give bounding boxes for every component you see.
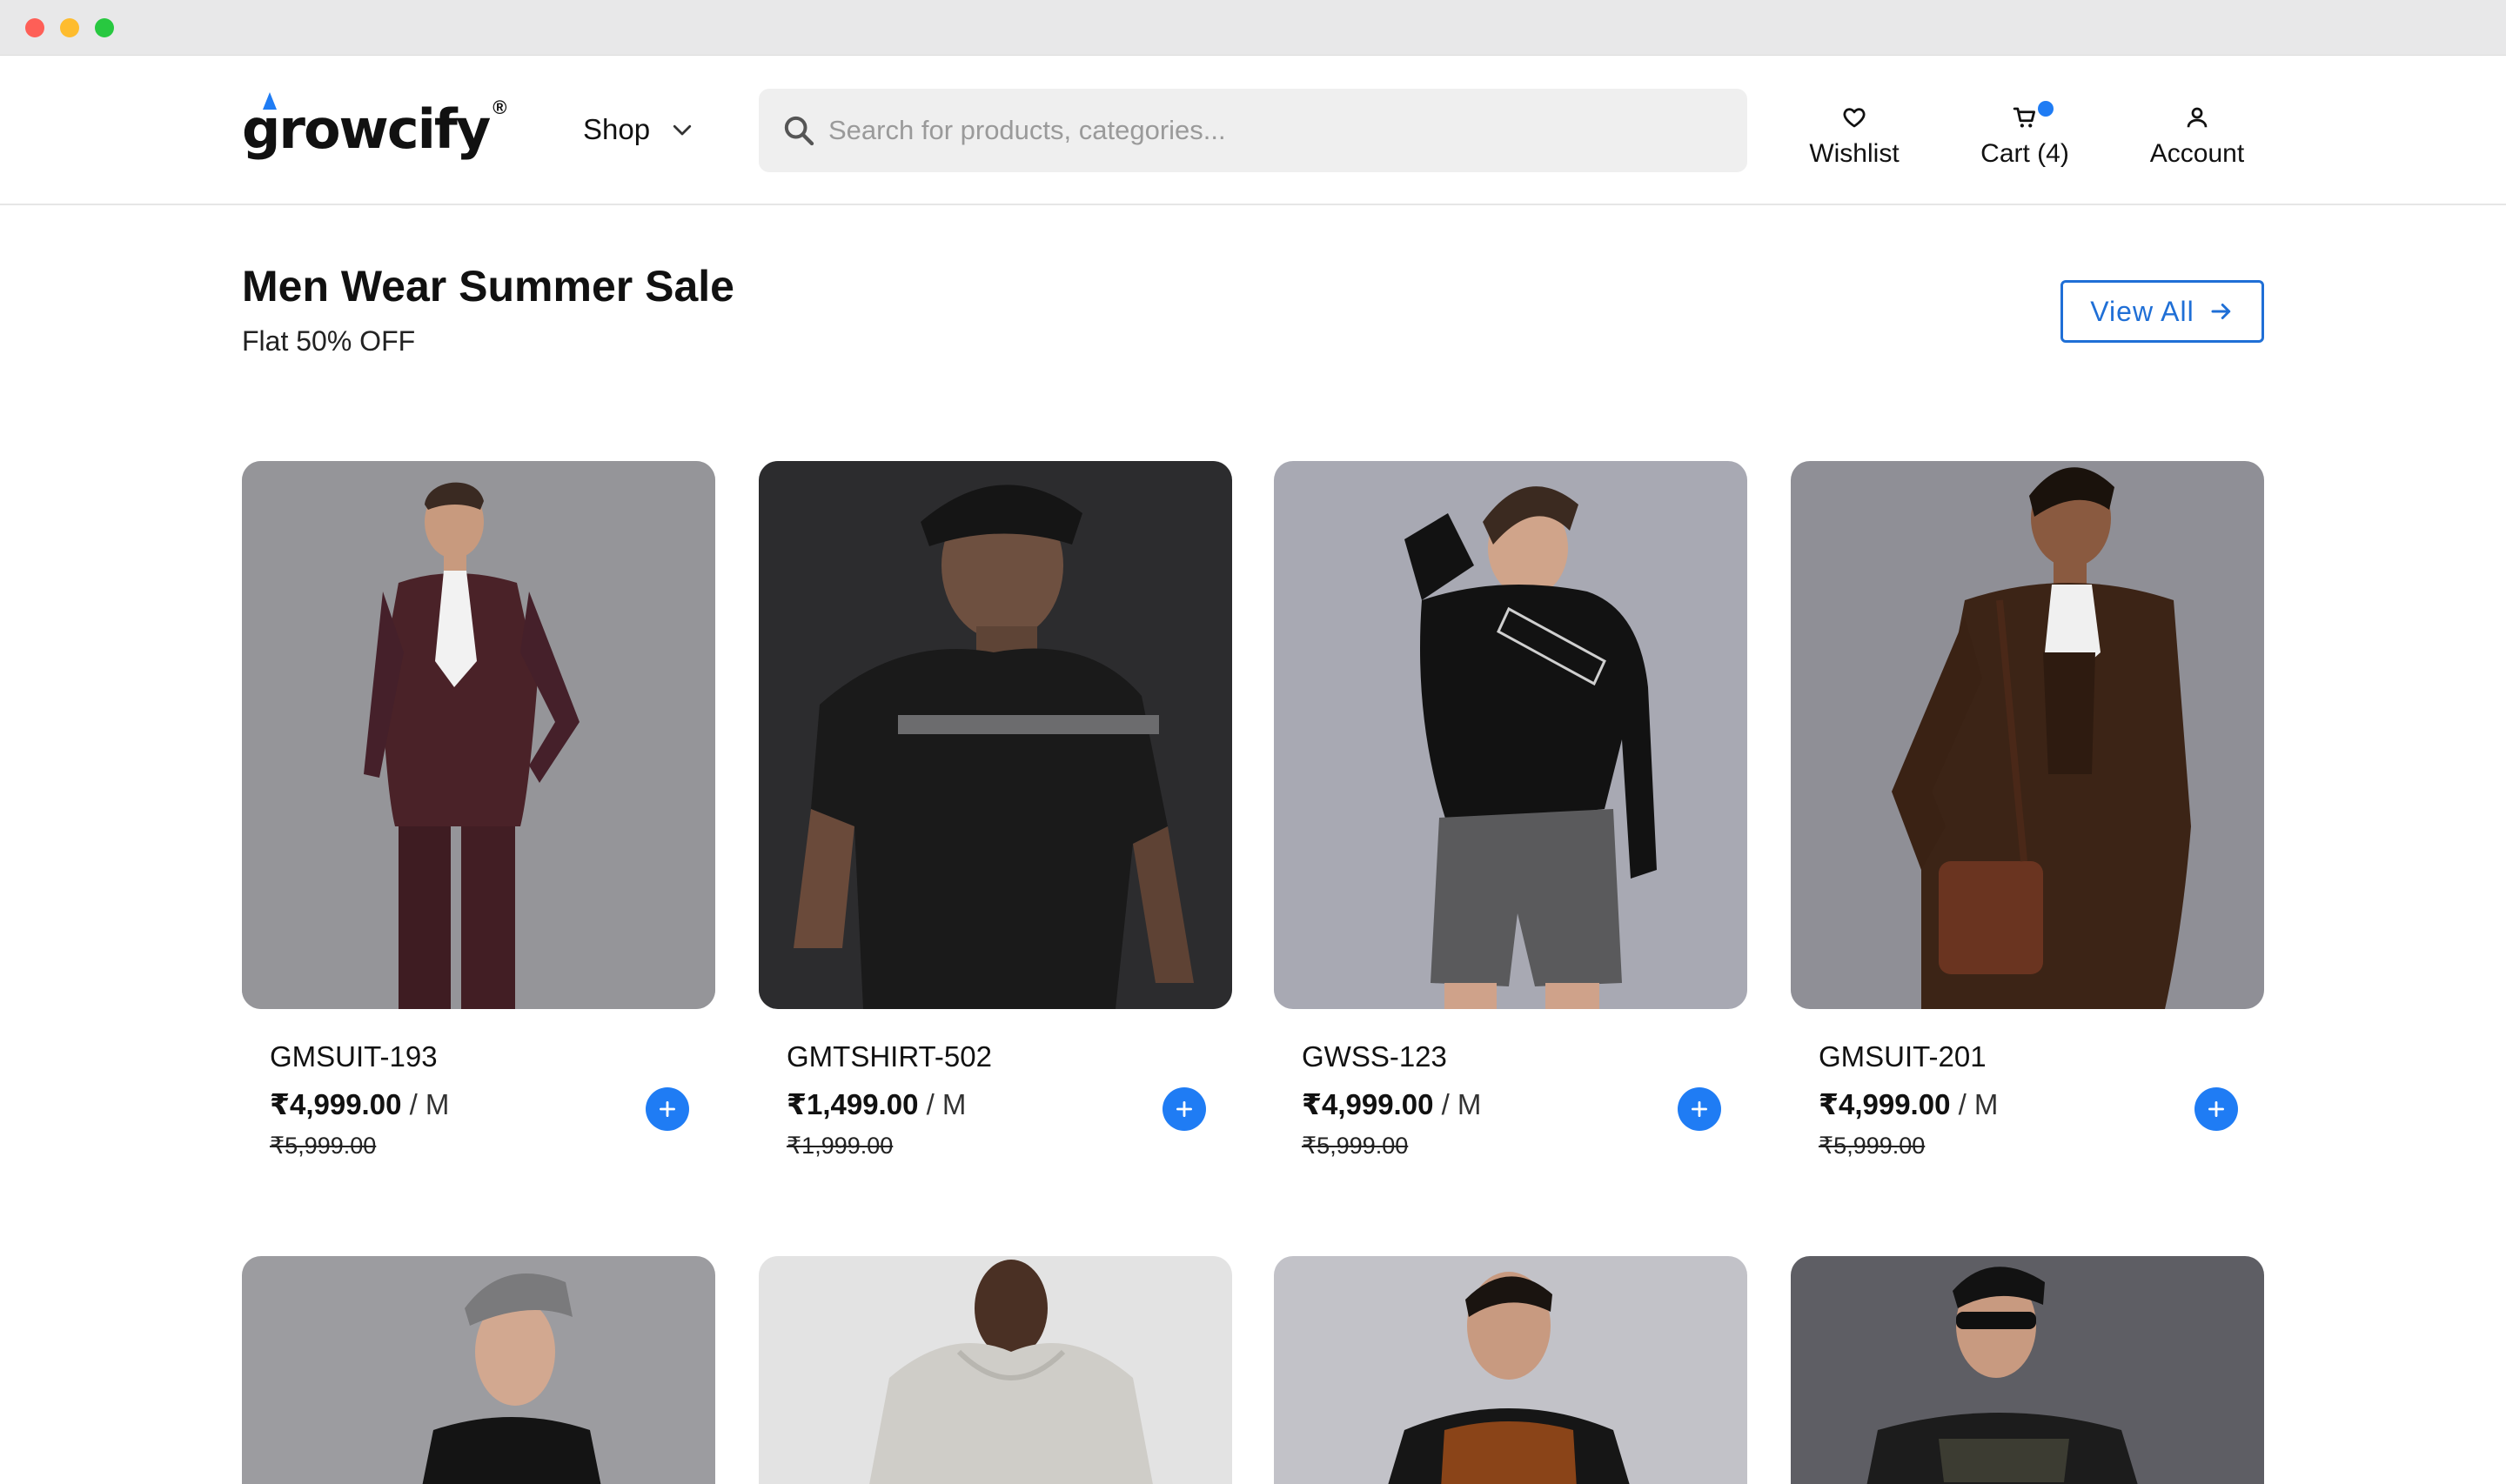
product-image[interactable]	[1791, 461, 2264, 1009]
cart-icon	[2013, 107, 2035, 128]
search-bar	[759, 89, 1747, 172]
product-original-price: ₹5,999.00	[1302, 1133, 1409, 1159]
product-original-price: ₹1,999.00	[787, 1133, 894, 1159]
price-unit: / M	[401, 1088, 450, 1120]
logo-drop-icon	[263, 92, 277, 110]
product-price: ₹4,999.00 / M	[270, 1087, 449, 1121]
plus-icon	[2208, 1101, 2224, 1117]
add-to-cart-button[interactable]	[646, 1087, 689, 1131]
price-amount: ₹4,999.00	[270, 1088, 402, 1120]
product-name: GMSUIT-193	[270, 1040, 438, 1073]
view-all-button[interactable]: View All	[2060, 280, 2264, 343]
price-amount: ₹4,999.00	[1819, 1088, 1951, 1120]
minimize-window-button[interactable]	[60, 18, 79, 37]
user-icon	[2187, 107, 2208, 128]
cart-button[interactable]: Cart (4)	[1975, 96, 2074, 174]
price-unit: / M	[918, 1088, 967, 1120]
arrow-right-icon	[2211, 304, 2230, 319]
brand-logo[interactable]: growcify ®	[242, 90, 506, 169]
section-subtitle: Flat 50% OFF	[242, 325, 416, 357]
account-button[interactable]: Account	[2148, 96, 2247, 174]
price-amount: ₹4,999.00	[1302, 1088, 1434, 1120]
product-image[interactable]	[759, 1256, 1232, 1484]
product-price: ₹4,999.00 / M	[1819, 1087, 1998, 1121]
close-window-button[interactable]	[25, 18, 44, 37]
product-image[interactable]	[1274, 1256, 1747, 1484]
product-image[interactable]	[759, 461, 1232, 1009]
shop-menu-label: Shop	[583, 113, 651, 145]
chevron-down-icon	[673, 124, 692, 136]
search-input[interactable]	[828, 115, 1699, 146]
product-price: ₹4,999.00 / M	[1302, 1087, 1481, 1121]
view-all-label: View All	[2090, 295, 2194, 327]
product-price: ₹1,499.00 / M	[787, 1087, 966, 1121]
price-amount: ₹1,499.00	[787, 1088, 919, 1120]
product-original-price: ₹5,999.00	[270, 1133, 377, 1159]
product-image[interactable]	[1274, 461, 1747, 1009]
heart-icon	[1843, 108, 1866, 128]
product-image[interactable]	[242, 461, 715, 1009]
wishlist-button[interactable]: Wishlist	[1805, 96, 1904, 174]
wishlist-label: Wishlist	[1809, 139, 1900, 168]
product-name: GMSUIT-201	[1819, 1040, 1987, 1073]
account-label: Account	[2149, 139, 2245, 168]
product-name: GWSS-123	[1302, 1040, 1447, 1073]
plus-icon	[660, 1101, 675, 1117]
product-image[interactable]	[242, 1256, 715, 1484]
price-unit: / M	[1433, 1088, 1482, 1120]
product-image[interactable]	[1791, 1256, 2264, 1484]
section-title: Men Wear Summer Sale	[242, 262, 734, 311]
add-to-cart-button[interactable]	[2194, 1087, 2238, 1131]
price-unit: / M	[1950, 1088, 1999, 1120]
add-to-cart-button[interactable]	[1678, 1087, 1721, 1131]
product-original-price: ₹5,999.00	[1819, 1133, 1926, 1159]
cart-label: Cart (4)	[1980, 139, 2069, 168]
search-icon	[784, 116, 814, 146]
add-to-cart-button[interactable]	[1163, 1087, 1206, 1131]
shop-menu[interactable]: Shop	[583, 108, 695, 151]
maximize-window-button[interactable]	[95, 18, 114, 37]
cart-notification-dot	[2038, 101, 2054, 117]
logo-rest: rowcify	[278, 97, 491, 161]
plus-icon	[1692, 1101, 1707, 1117]
registered-mark: ®	[492, 97, 507, 118]
plus-icon	[1176, 1101, 1192, 1117]
product-name: GMTSHIRT-502	[787, 1040, 992, 1073]
window-titlebar	[0, 0, 2506, 56]
site-header: growcify ® Shop Wishlist Cart (4)	[0, 56, 2506, 205]
